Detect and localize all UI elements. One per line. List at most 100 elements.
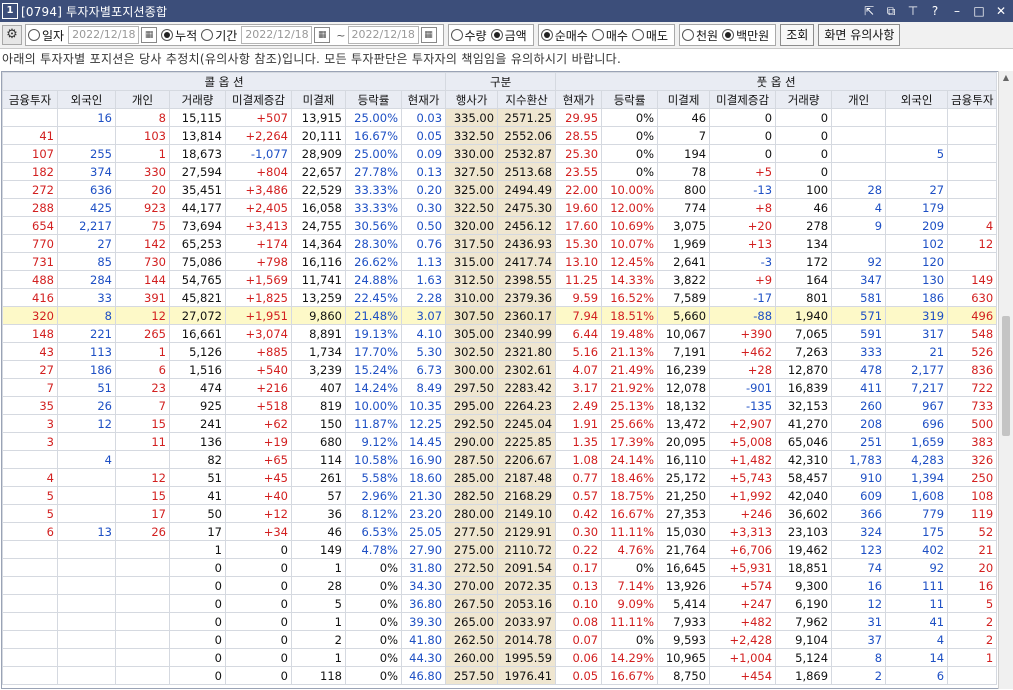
table-cell	[57, 630, 116, 649]
query-button[interactable]: 조회	[780, 24, 815, 46]
table-row[interactable]: 0 0 1 0% 44.30 260.00 1995.59 0.06 14.29% 10,965 +…	[2, 648, 998, 667]
column-header[interactable]: 거래량	[775, 90, 833, 109]
radio-period[interactable]: 기간	[201, 27, 237, 44]
radio-quantity[interactable]: 수량	[450, 27, 487, 44]
table-cell: 383	[947, 432, 998, 451]
table-row[interactable]: 43 113 1 5,126 +885 1,734 17.70% 5.30 302.50 2321…	[2, 342, 998, 361]
table-cell: 800	[657, 180, 711, 199]
table-row[interactable]: 5 17 50 +12 36 8.12% 23.20 280.00 2149.10 0.42 16.…	[2, 504, 998, 523]
table-row[interactable]: 1 0 149 4.78% 27.90 275.00 2110.72 0.22 4.76% 21,…	[2, 540, 998, 559]
table-row[interactable]: 288 425 923 44,177 +2,405 16,058 33.33% 0.30 322…	[2, 198, 998, 217]
table-cell: 2110.72	[497, 540, 557, 559]
table-cell: 35	[2, 396, 58, 415]
table-cell: 24.14%	[601, 450, 659, 469]
table-cell: 0.05	[400, 126, 447, 145]
radio-thousand-won[interactable]: 천원	[682, 27, 718, 44]
link-icon[interactable]: ⇱	[861, 3, 877, 19]
table-cell: 31	[831, 612, 887, 631]
table-row[interactable]: 3 11 136 +19 680 9.12% 14.45 290.00 2225.85 1.35 1…	[2, 432, 998, 451]
pin-icon[interactable]: ⊤	[905, 3, 921, 19]
table-cell: 0	[169, 594, 226, 613]
column-header[interactable]: 미결제	[657, 90, 711, 109]
column-header[interactable]: 행사가	[445, 90, 499, 109]
table-row[interactable]: 4 12 51 +45 261 5.58% 18.60 285.00 2187.48 0.77 18…	[2, 468, 998, 487]
table-row[interactable]: 654 2,217 75 73,694 +3,413 24,755 30.56% 0.50 32…	[2, 216, 998, 235]
maximize-icon[interactable]: □	[971, 3, 987, 19]
table-row[interactable]: 0 0 5 0% 36.80 267.50 2053.16 0.10 9.09% 5,414 +24…	[2, 594, 998, 613]
table-row[interactable]: 0 0 118 0% 46.80 257.50 1976.41 0.05 16.67% 8,750…	[2, 666, 998, 685]
table-cell: 5	[291, 594, 346, 613]
calendar-icon[interactable]: ▦	[420, 27, 437, 43]
table-row[interactable]: 182 374 330 27,594 +804 22,657 27.78% 0.13 327.5…	[2, 162, 998, 181]
table-cell: 27	[2, 360, 58, 379]
table-cell: 45,821	[169, 288, 226, 307]
gear-icon[interactable]: ⚙	[2, 25, 22, 45]
close-icon[interactable]: ✕	[993, 3, 1009, 19]
table-row[interactable]: 731 85 730 75,086 +798 16,116 26.62% 1.13 315.00…	[2, 252, 998, 271]
table-row[interactable]: 272 636 20 35,451 +3,486 22,529 33.33% 0.20 325.…	[2, 180, 998, 199]
date-from-input[interactable]: 2022/12/18	[241, 26, 313, 44]
column-header[interactable]: 지수환산	[497, 90, 557, 109]
column-header[interactable]: 현재가	[555, 90, 603, 109]
table-cell: -3	[709, 252, 777, 271]
column-header[interactable]: 외국인	[885, 90, 949, 109]
column-header[interactable]: 미결제증감	[225, 90, 292, 109]
column-header[interactable]: 외국인	[57, 90, 116, 109]
radio-net-buy[interactable]: 순매수	[540, 27, 588, 44]
table-row[interactable]: 27 186 6 1,516 +540 3,239 15.24% 6.73 300.00 2302…	[2, 360, 998, 379]
table-cell: 41	[885, 612, 949, 631]
table-cell: 20	[947, 558, 998, 577]
column-header[interactable]: 미결제	[291, 90, 346, 109]
table-row[interactable]: 0 0 1 0% 31.80 272.50 2091.54 0.17 0% 16,645 +5,93…	[2, 558, 998, 577]
restore-multi-icon[interactable]: ⧉	[883, 3, 899, 19]
vertical-scrollbar[interactable]: ▲	[998, 71, 1013, 689]
table-row[interactable]: 0 0 2 0% 41.80 262.50 2014.78 0.07 0% 9,593 +2,428…	[2, 630, 998, 649]
column-header[interactable]: 금융투자	[2, 90, 58, 109]
table-cell: 295.00	[445, 396, 499, 415]
column-header[interactable]: 개인	[831, 90, 887, 109]
table-row[interactable]: 107 255 1 18,673 -1,077 28,909 25.00% 0.09 330.0…	[2, 144, 998, 163]
table-cell: 25,172	[657, 468, 711, 487]
radio-amount[interactable]: 금액	[490, 27, 527, 44]
table-cell: 5	[947, 594, 998, 613]
table-row[interactable]: 0 0 1 0% 39.30 265.00 2033.97 0.08 11.11% 7,933 +4…	[2, 612, 998, 631]
table-row[interactable]: 4 82 +65 114 10.58% 16.90 287.50 2206.67 1.08 24.…	[2, 450, 998, 469]
column-header[interactable]: 미결제증감	[709, 90, 777, 109]
table-row[interactable]: 0 0 28 0% 34.30 270.00 2072.35 0.13 7.14% 13,926 +…	[2, 576, 998, 595]
radio-million-won[interactable]: 백만원	[722, 27, 769, 44]
radio-daily[interactable]: 일자	[28, 27, 64, 44]
column-header[interactable]: 현재가	[400, 90, 447, 109]
radio-sell[interactable]: 매도	[631, 27, 668, 44]
table-row[interactable]: 320 8 12 27,072 +1,951 9,860 21.48% 3.07 307.50 2…	[2, 306, 998, 325]
notice-button[interactable]: 화면 유의사항	[818, 24, 901, 46]
date-input[interactable]: 2022/12/18	[68, 26, 140, 44]
table-cell: 18,673	[169, 144, 226, 163]
column-header[interactable]: 등락률	[601, 90, 659, 109]
table-row[interactable]: 770 27 142 65,253 +174 14,364 28.30% 0.76 317.50…	[2, 234, 998, 253]
calendar-icon[interactable]: ▦	[141, 27, 158, 43]
radio-buy[interactable]: 매수	[591, 27, 628, 44]
column-header[interactable]: 등락률	[345, 90, 402, 109]
table-row[interactable]: 3 12 15 241 +62 150 11.87% 12.25 292.50 2245.04 1.…	[2, 414, 998, 433]
table-row[interactable]: 16 8 15,115 +507 13,915 25.00% 0.03 335.00 2571.…	[2, 108, 998, 127]
table-row[interactable]: 488 284 144 54,765 +1,569 11,741 24.88% 1.63 312…	[2, 270, 998, 289]
date-to-input[interactable]: 2022/12/18	[347, 26, 419, 44]
table-row[interactable]: 7 51 23 474 +216 407 14.24% 8.49 297.50 2283.42 3.…	[2, 378, 998, 397]
column-header[interactable]: 개인	[115, 90, 170, 109]
column-header[interactable]: 거래량	[169, 90, 226, 109]
column-header[interactable]: 금융투자	[947, 90, 998, 109]
table-cell: 35,451	[169, 180, 226, 199]
radio-cumulative[interactable]: 누적	[161, 27, 197, 44]
table-row[interactable]: 5 15 41 +40 57 2.96% 21.30 282.50 2168.29 0.57 18.…	[2, 486, 998, 505]
table-row[interactable]: 35 26 7 925 +518 819 10.00% 10.35 295.00 2264.23 2…	[2, 396, 998, 415]
minimize-icon[interactable]: –	[949, 3, 965, 19]
scroll-up-icon[interactable]: ▲	[999, 71, 1013, 85]
scroll-thumb[interactable]	[1002, 316, 1010, 436]
table-cell: 17.39%	[601, 432, 659, 451]
table-row[interactable]: 416 33 391 45,821 +1,825 13,259 22.45% 2.28 310.…	[2, 288, 998, 307]
table-row[interactable]: 6 13 26 17 +34 46 6.53% 25.05 277.50 2129.91 0.30 1…	[2, 522, 998, 541]
table-row[interactable]: 41 103 13,814 +2,264 20,111 16.67% 0.05 332.50 2…	[2, 126, 998, 145]
calendar-icon[interactable]: ▦	[314, 27, 331, 43]
help-icon[interactable]: ?	[927, 3, 943, 19]
table-row[interactable]: 148 221 265 16,661 +3,074 8,891 19.13% 4.10 305.…	[2, 324, 998, 343]
